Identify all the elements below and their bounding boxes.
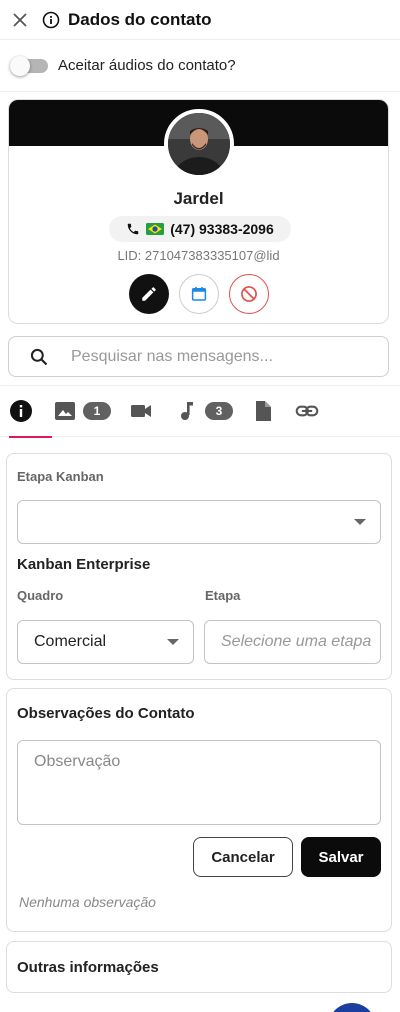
tab-documents[interactable] [251,385,275,437]
phone-chip[interactable]: (47) 93383-2096 [109,216,291,242]
tab-images[interactable]: 1 [53,385,111,437]
edit-contact-button[interactable] [128,274,169,314]
tab-info[interactable] [9,385,52,438]
calendar-icon[interactable] [190,285,208,303]
close-icon[interactable] [12,12,28,28]
video-icon [129,399,153,423]
other-info-title: Outras informações [17,958,159,976]
search-icon [29,347,49,367]
board-label: Quadro [17,588,64,603]
observations-card: Observações do Contato Cancelar Salvar N… [6,688,392,932]
contact-name: Jardel [173,189,224,208]
brazil-flag-icon [146,223,165,235]
block-contact-button[interactable] [228,274,269,314]
panel-header: Dados do contato [0,0,400,40]
save-button[interactable]: Salvar [301,837,381,877]
observations-title: Observações do Contato [17,705,195,722]
image-icon [53,399,77,423]
info-icon [9,399,33,423]
board-value: Comercial [34,633,107,650]
kanban-stage-label: Etapa Kanban [17,469,104,484]
music-icon [175,399,199,423]
avatar[interactable] [164,109,234,179]
tab-videos[interactable] [129,385,153,437]
audio-toggle-row: Aceitar áudios do contato? [0,40,400,92]
observation-field[interactable] [17,740,381,825]
accept-audio-toggle[interactable] [10,55,48,76]
schedule-button[interactable] [178,274,219,314]
cancel-button[interactable]: Cancelar [193,837,293,877]
contact-phone: (47) 93383-2096 [170,221,274,237]
step-label: Etapa [205,588,241,603]
message-search [8,336,389,377]
images-count-badge: 1 [83,402,111,420]
kanban-stage-select[interactable] [17,500,381,544]
profile-card: Jardel (47) 93383-2096 LID: 271047383335… [8,99,389,324]
block-icon[interactable] [239,284,259,304]
pencil-icon[interactable] [140,285,158,303]
close-button[interactable] [10,10,30,30]
empty-observations-text: Nenhuma observação [19,894,156,910]
media-tabs: 1 3 [0,385,400,438]
search-input[interactable] [71,347,351,366]
phone-icon [126,222,140,236]
audios-count-badge: 3 [205,402,233,420]
document-icon [251,399,275,423]
step-placeholder: Selecione uma etapa [221,633,372,650]
board-select[interactable]: Comercial [17,620,194,664]
chevron-down-icon [167,639,179,645]
kanban-enterprise-title: Kanban Enterprise [17,556,151,573]
page-title: Dados do contato [68,9,212,29]
link-icon [295,399,319,423]
kanban-card: Etapa Kanban Kanban Enterprise Quadro Et… [6,453,392,680]
other-info-card[interactable]: Outras informações [6,941,392,993]
floating-action-button[interactable] [328,1003,376,1012]
contact-lid: LID: 271047383335107@lid [117,248,280,263]
accept-audio-label: Aceitar áudios do contato? [58,57,236,74]
info-outline-icon [42,11,60,29]
step-select[interactable]: Selecione uma etapa [204,620,381,664]
chevron-down-icon [354,519,366,525]
tab-links[interactable] [295,385,319,437]
profile-actions [9,274,388,314]
tab-audios[interactable]: 3 [175,385,233,437]
